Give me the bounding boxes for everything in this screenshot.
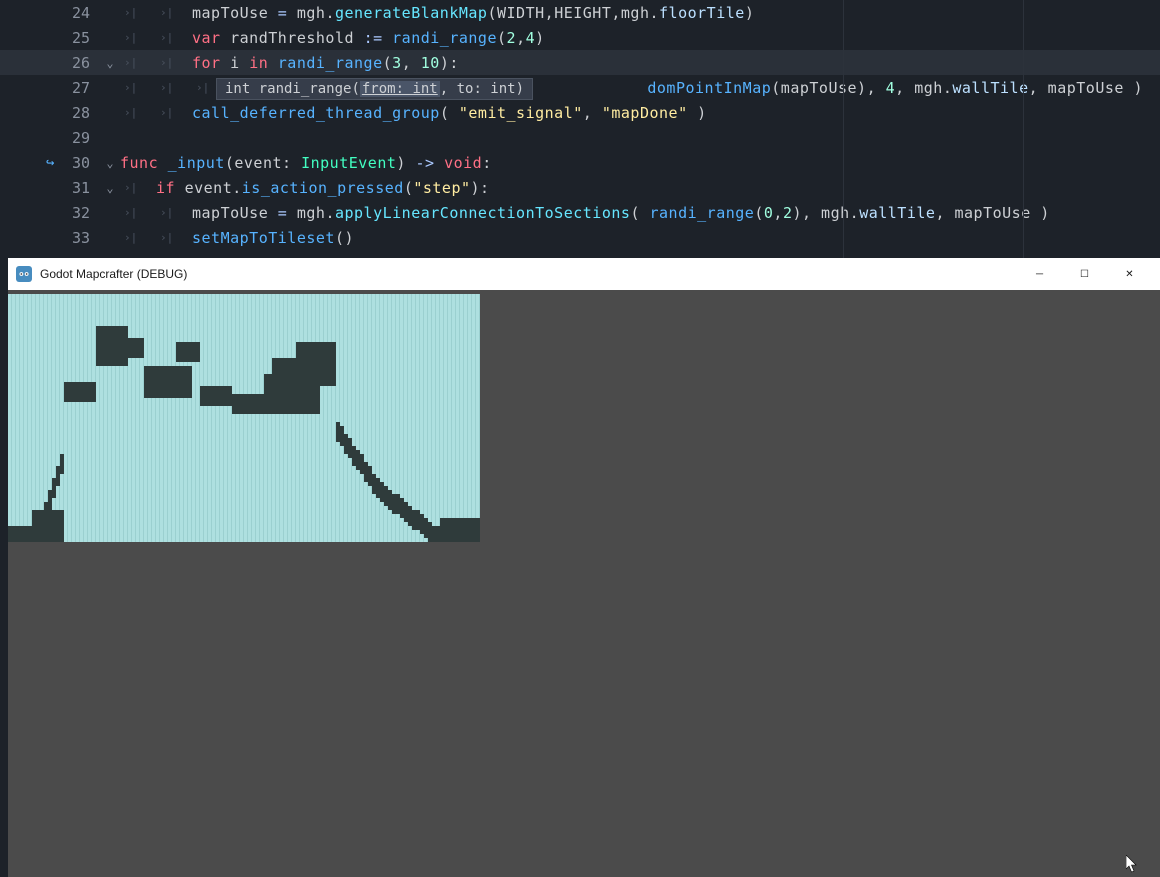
tilemap-render bbox=[8, 294, 480, 542]
code-line[interactable]: 29 bbox=[0, 125, 1160, 150]
line-number: 26 bbox=[0, 54, 100, 72]
code-content[interactable]: var randThreshold := randi_range(2,4) bbox=[192, 29, 1160, 47]
fold-toggle-icon[interactable]: ⌄ bbox=[100, 156, 120, 170]
indent-guides: ›|›| bbox=[120, 56, 192, 69]
line-number: 29 bbox=[0, 129, 100, 147]
code-content[interactable]: func _input(event: InputEvent) -> void: bbox=[120, 154, 1160, 172]
line-number: 24 bbox=[0, 4, 100, 22]
game-debug-window[interactable]: Godot Mapcrafter (DEBUG) ─ ☐ ✕ bbox=[8, 258, 1160, 877]
indent-guides: ›|›| bbox=[120, 31, 192, 44]
line-number: ↪ 30 bbox=[0, 154, 100, 172]
code-line[interactable]: 32 ›|›| mapToUse = mgh.applyLinearConnec… bbox=[0, 200, 1160, 225]
indent-guides: ›|›| bbox=[120, 206, 192, 219]
signal-connection-icon[interactable]: ↪ bbox=[46, 155, 54, 171]
code-content[interactable]: if event.is_action_pressed("step"): bbox=[156, 179, 1160, 197]
line-number: 25 bbox=[0, 29, 100, 47]
indent-guides: ›|›|›| bbox=[120, 81, 228, 94]
fold-toggle-icon[interactable]: ⌄ bbox=[100, 56, 120, 70]
indent-guides: ›|›| bbox=[120, 6, 192, 19]
line-number: 27 bbox=[0, 79, 100, 97]
maximize-button[interactable]: ☐ bbox=[1062, 258, 1107, 290]
code-line-current[interactable]: 26 ⌄ ›|›| for i in randi_range(3, 10): bbox=[0, 50, 1160, 75]
code-line[interactable]: ↪ 30 ⌄ func _input(event: InputEvent) ->… bbox=[0, 150, 1160, 175]
line-number: 32 bbox=[0, 204, 100, 222]
game-viewport[interactable] bbox=[8, 290, 1160, 877]
indent-guides: ›|›| bbox=[120, 231, 192, 244]
code-content[interactable]: for i in randi_range(3, 10): bbox=[192, 54, 1160, 72]
fold-toggle-icon[interactable]: ⌄ bbox=[100, 181, 120, 195]
close-button[interactable]: ✕ bbox=[1107, 258, 1152, 290]
window-title: Godot Mapcrafter (DEBUG) bbox=[40, 267, 1017, 281]
mouse-cursor-icon bbox=[1126, 855, 1138, 873]
code-content[interactable]: call_deferred_thread_group( "emit_signal… bbox=[192, 104, 1160, 122]
godot-app-icon bbox=[16, 266, 32, 282]
signature-tooltip: int randi_range(from: int, to: int) bbox=[216, 78, 533, 100]
code-content[interactable]: setMapToTileset() bbox=[192, 229, 1160, 247]
code-content[interactable]: mapToUse = mgh.applyLinearConnectionToSe… bbox=[192, 204, 1160, 222]
indent-guides: ›|›| bbox=[120, 106, 192, 119]
code-line[interactable]: 24 ›|›| mapToUse = mgh.generateBlankMap(… bbox=[0, 0, 1160, 25]
editor-guide-line bbox=[843, 0, 844, 258]
line-number: 31 bbox=[0, 179, 100, 197]
window-titlebar[interactable]: Godot Mapcrafter (DEBUG) ─ ☐ ✕ bbox=[8, 258, 1160, 290]
editor-guide-line bbox=[1023, 0, 1024, 258]
code-line[interactable]: 27 ›|›|›| ma............................… bbox=[0, 75, 1160, 100]
code-content[interactable]: mapToUse = mgh.generateBlankMap(WIDTH,HE… bbox=[192, 4, 1160, 22]
indent-guides: ›| bbox=[120, 181, 156, 194]
code-line[interactable]: 25 ›|›| var randThreshold := randi_range… bbox=[0, 25, 1160, 50]
code-line[interactable]: 31 ⌄ ›| if event.is_action_pressed("step… bbox=[0, 175, 1160, 200]
code-line[interactable]: 28 ›|›| call_deferred_thread_group( "emi… bbox=[0, 100, 1160, 125]
line-number: 28 bbox=[0, 104, 100, 122]
minimize-button[interactable]: ─ bbox=[1017, 258, 1062, 290]
code-editor[interactable]: 24 ›|›| mapToUse = mgh.generateBlankMap(… bbox=[0, 0, 1160, 258]
line-number: 33 bbox=[0, 229, 100, 247]
code-line[interactable]: 33 ›|›| setMapToTileset() bbox=[0, 225, 1160, 250]
